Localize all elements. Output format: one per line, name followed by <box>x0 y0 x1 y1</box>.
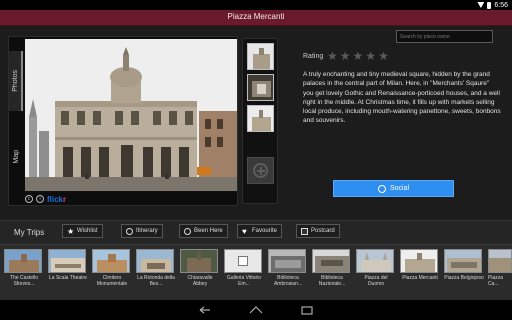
photo-viewer: Photos Map c i flickr <box>8 36 238 206</box>
place-item[interactable]: La Scala Theatre <box>48 249 88 281</box>
add-photo-button[interactable] <box>247 157 274 184</box>
thumbnail-image <box>248 106 273 131</box>
globe-icon <box>377 184 386 193</box>
itinerary-label: Itinerary <box>136 228 158 234</box>
wishlist-label: Wishlist <box>77 228 98 234</box>
system-nav-bar <box>0 300 512 320</box>
place-item[interactable]: The Castello Sforzes... <box>4 249 44 287</box>
place-item[interactable]: Piazza del Duomo <box>356 249 396 287</box>
recent-apps-icon[interactable] <box>300 304 314 316</box>
main-photo[interactable] <box>25 39 237 191</box>
social-button[interactable]: Social <box>333 180 454 197</box>
place-item[interactable]: Piazza Ca... <box>488 249 512 287</box>
place-name: Piazza Ca... <box>488 275 504 287</box>
plus-icon <box>253 163 268 178</box>
heart-icon: ♥ <box>242 226 247 236</box>
status-indicators: 6:56 <box>477 0 508 10</box>
rating-stars[interactable]: ★ ★ ★ ★ ★ <box>327 50 389 62</box>
social-button-label: Social <box>389 185 410 192</box>
my-trips-bar: My Trips ★ Wishlist Itinerary Been Here … <box>0 220 512 244</box>
place-name: La Scala Theatre <box>49 275 87 281</box>
page-title: Piazza Mercanti <box>227 12 285 21</box>
my-trips-label: My Trips <box>14 228 45 237</box>
place-name: Piazza del Duomo <box>364 275 388 287</box>
place-name: Biblioteca Ambrosian... <box>273 275 303 287</box>
home-icon[interactable] <box>249 304 263 316</box>
place-thumbnail <box>312 249 350 273</box>
place-name: Cimitero Monumentale <box>96 275 128 287</box>
place-item[interactable]: Chiaravalle Abbey <box>180 249 220 287</box>
photo-thumbnails <box>242 38 278 204</box>
place-item[interactable]: Cimitero Monumentale <box>92 249 132 287</box>
place-item[interactable]: Piazza Mercanti <box>400 249 440 281</box>
place-thumbnail <box>180 249 218 273</box>
creative-commons-icon: c <box>25 195 33 203</box>
place-thumbnail <box>92 249 130 273</box>
place-thumbnail <box>444 249 482 273</box>
postcard-label: Postcard <box>311 228 335 234</box>
place-item[interactable]: Biblioteca Ambrosian... <box>268 249 308 287</box>
thumbnail-image <box>248 44 273 69</box>
search-input[interactable] <box>396 30 493 43</box>
postcard-icon <box>301 227 308 235</box>
status-bar: 6:56 <box>0 0 512 10</box>
star-icon[interactable]: ★ <box>365 50 376 62</box>
tab-map[interactable]: Map <box>9 127 23 187</box>
places-gallery: The Castello Sforzes... La Scala Theatre… <box>0 244 512 300</box>
place-name: Galleria Vittorio Em... <box>226 275 262 287</box>
title-bar: Piazza Mercanti <box>0 10 512 26</box>
building-photo <box>25 39 237 191</box>
thumbnail-image <box>248 75 273 100</box>
been-here-button[interactable]: Been Here <box>179 224 228 238</box>
place-item[interactable]: Galleria Vittorio Em... <box>224 249 264 287</box>
plus-circle-icon <box>126 227 133 235</box>
photo-thumbnail[interactable] <box>247 105 274 132</box>
star-icon[interactable]: ★ <box>378 50 389 62</box>
place-item[interactable]: Piazza Belgiojoso <box>444 249 484 281</box>
photo-thumbnail[interactable] <box>247 43 274 70</box>
status-time: 6:56 <box>494 1 508 9</box>
tab-photos-label: Photos <box>11 70 19 92</box>
place-thumbnail <box>4 249 42 273</box>
wishlist-button[interactable]: ★ Wishlist <box>62 224 103 238</box>
tab-map-label: Map <box>12 150 20 164</box>
star-icon[interactable]: ★ <box>340 50 351 62</box>
wifi-icon <box>477 2 485 8</box>
place-name: Biblioteca Nazionale... <box>318 275 346 287</box>
place-thumbnail <box>136 249 174 273</box>
star-icon: ★ <box>67 226 75 236</box>
place-name: Piazza Mercanti <box>402 275 438 281</box>
flickr-logo[interactable]: flickr <box>47 195 66 204</box>
rating-label: Rating <box>303 53 324 60</box>
place-name: Piazza Belgiojoso <box>444 275 484 281</box>
star-icon[interactable]: ★ <box>327 50 338 62</box>
place-thumbnail <box>268 249 306 273</box>
photo-thumbnail[interactable] <box>247 74 274 101</box>
place-name: Chiaravalle Abbey <box>187 275 213 287</box>
star-icon[interactable]: ★ <box>353 50 364 62</box>
favourite-button[interactable]: ♥ Favourite <box>237 224 283 238</box>
attribution-icon: i <box>36 195 44 203</box>
place-thumbnail <box>356 249 394 273</box>
place-description: A truly enchanting and tiny medieval squ… <box>303 71 501 125</box>
back-icon[interactable] <box>198 304 212 316</box>
image-placeholder-icon <box>224 249 262 273</box>
clock-icon <box>184 227 191 235</box>
postcard-button[interactable]: Postcard <box>296 224 340 238</box>
place-item[interactable]: Biblioteca Nazionale... <box>312 249 352 287</box>
itinerary-button[interactable]: Itinerary <box>121 224 163 238</box>
place-thumbnail <box>48 249 86 273</box>
place-name: The Castello Sforzes... <box>9 275 39 287</box>
main-content: Photos Map c i flickr Search by place na… <box>0 26 512 220</box>
battery-icon <box>487 1 492 9</box>
been-here-label: Been Here <box>194 228 223 234</box>
photo-credits: c i flickr <box>25 193 66 205</box>
place-thumbnail <box>488 249 512 273</box>
place-thumbnail <box>400 249 438 273</box>
place-name: La Rotonda della Bes... <box>137 275 175 287</box>
favourite-label: Favourite <box>252 228 278 234</box>
place-item[interactable]: La Rotonda della Bes... <box>136 249 176 287</box>
tab-photos[interactable]: Photos <box>9 51 23 111</box>
